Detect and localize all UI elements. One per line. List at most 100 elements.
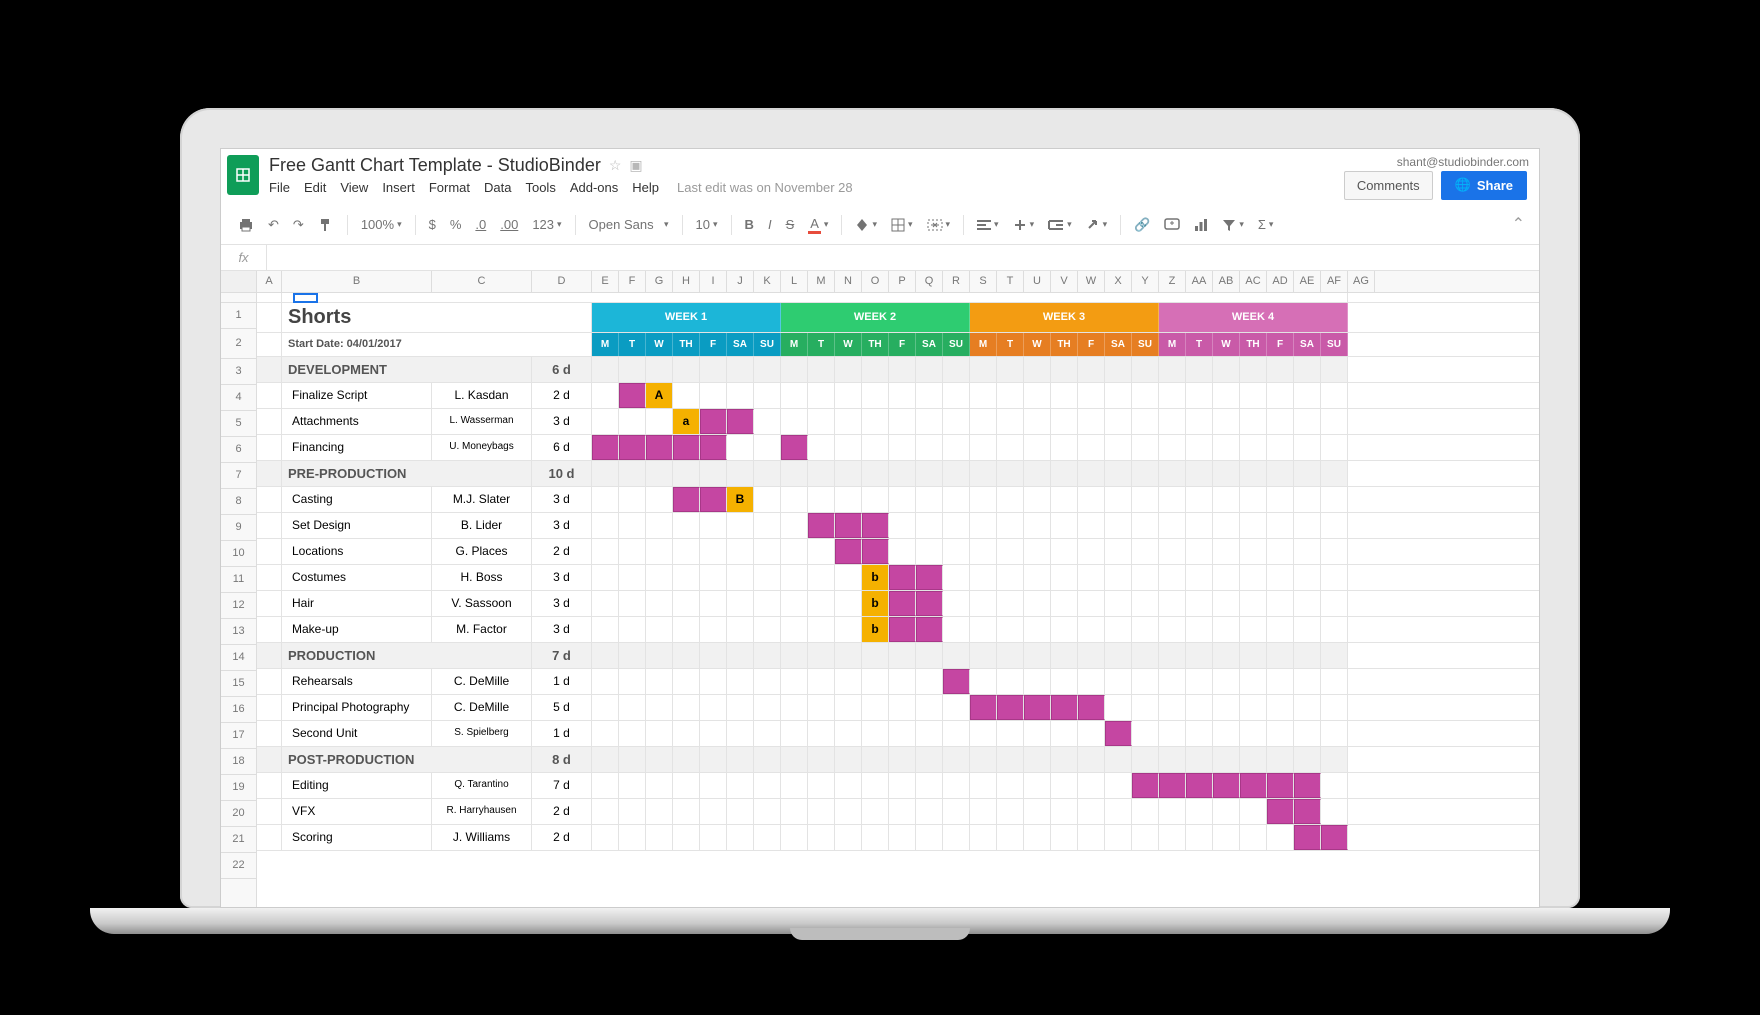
grid-cell[interactable] (282, 293, 1348, 302)
grid-cell[interactable] (1024, 539, 1051, 564)
grid-cell[interactable] (1132, 383, 1159, 408)
menu-tools[interactable]: Tools (525, 180, 555, 195)
move-folder-icon[interactable]: ▣ (629, 157, 642, 174)
grid-cell[interactable] (889, 643, 916, 668)
grid-cell[interactable] (1294, 591, 1321, 616)
grid-cell[interactable] (862, 513, 889, 538)
grid-cell[interactable] (943, 773, 970, 798)
doc-title[interactable]: Free Gantt Chart Template - StudioBinder (269, 155, 601, 176)
menu-add-ons[interactable]: Add-ons (570, 180, 618, 195)
grid-cell[interactable] (889, 799, 916, 824)
grid-cell[interactable] (1159, 539, 1186, 564)
grid-cell[interactable] (862, 799, 889, 824)
grid-cell[interactable] (1267, 357, 1294, 382)
grid-cell[interactable] (592, 643, 619, 668)
grid-cell[interactable] (1159, 617, 1186, 642)
grid-cell[interactable] (970, 721, 997, 746)
grid-cell[interactable] (1240, 643, 1267, 668)
grid-cell[interactable] (1051, 669, 1078, 694)
grid-cell[interactable] (1024, 721, 1051, 746)
grid-cell[interactable] (257, 825, 282, 850)
grid-cell[interactable]: V. Sassoon (432, 591, 532, 616)
grid-cell[interactable] (835, 435, 862, 460)
grid-cell[interactable] (1159, 721, 1186, 746)
grid-cell[interactable] (1105, 487, 1132, 512)
grid-cell[interactable] (1240, 721, 1267, 746)
grid-cell[interactable] (257, 799, 282, 824)
grid-cell[interactable] (592, 773, 619, 798)
grid-cell[interactable] (781, 747, 808, 772)
grid-cell[interactable] (619, 383, 646, 408)
grid-cell[interactable] (673, 643, 700, 668)
grid-cell[interactable] (646, 617, 673, 642)
day-header[interactable]: W (1024, 333, 1051, 356)
grid-cell[interactable] (257, 773, 282, 798)
grid-cell[interactable] (781, 357, 808, 382)
grid-cell[interactable] (1267, 799, 1294, 824)
grid-cell[interactable] (619, 591, 646, 616)
row-header[interactable]: 22 (221, 853, 256, 879)
grid-cell[interactable] (781, 669, 808, 694)
borders-button[interactable]: ▾ (886, 214, 918, 236)
grid-cell[interactable] (673, 513, 700, 538)
grid-cell[interactable] (889, 773, 916, 798)
grid-cell[interactable] (754, 747, 781, 772)
day-header[interactable]: F (889, 333, 916, 356)
wrap-button[interactable]: ▾ (1043, 215, 1077, 235)
grid-cell[interactable] (1105, 409, 1132, 434)
grid-cell[interactable] (997, 747, 1024, 772)
grid-cell[interactable] (673, 825, 700, 850)
grid-cell[interactable] (1051, 461, 1078, 486)
grid-cell[interactable] (1267, 487, 1294, 512)
grid-cell[interactable] (808, 695, 835, 720)
grid-cell[interactable] (754, 409, 781, 434)
grid-cell[interactable] (808, 539, 835, 564)
valign-button[interactable]: ▾ (1008, 215, 1040, 235)
grid-cell[interactable] (1159, 435, 1186, 460)
grid-cell[interactable] (835, 617, 862, 642)
column-header[interactable]: E (592, 271, 619, 292)
grid-cell[interactable] (700, 825, 727, 850)
grid-cell[interactable] (835, 773, 862, 798)
grid-cell[interactable] (1024, 487, 1051, 512)
grid-cell[interactable] (619, 773, 646, 798)
grid-cell[interactable] (808, 773, 835, 798)
grid-cell[interactable] (916, 643, 943, 668)
grid-cell[interactable] (1294, 357, 1321, 382)
grid-cell[interactable] (808, 669, 835, 694)
column-header[interactable]: V (1051, 271, 1078, 292)
grid-cell[interactable] (1321, 591, 1348, 616)
grid-cell[interactable] (1132, 773, 1159, 798)
grid-cell[interactable] (646, 721, 673, 746)
grid-cell[interactable] (1294, 799, 1321, 824)
grid-cell[interactable]: B. Lider (432, 513, 532, 538)
grid-cell[interactable] (1132, 357, 1159, 382)
grid-cell[interactable] (1294, 721, 1321, 746)
grid-cell[interactable] (1132, 565, 1159, 590)
grid-cell[interactable] (1240, 513, 1267, 538)
grid-cell[interactable] (257, 539, 282, 564)
grid-cell[interactable] (1132, 721, 1159, 746)
grid-cell[interactable] (1321, 669, 1348, 694)
column-header[interactable]: Z (1159, 271, 1186, 292)
grid-cell[interactable] (997, 409, 1024, 434)
grid-cell[interactable] (673, 799, 700, 824)
grid-cell[interactable] (781, 565, 808, 590)
grid-cell[interactable] (970, 461, 997, 486)
grid-cell[interactable] (1267, 461, 1294, 486)
grid-cell[interactable] (754, 565, 781, 590)
grid-cell[interactable] (619, 617, 646, 642)
grid-cell[interactable]: Principal Photography (282, 695, 432, 720)
grid-cell[interactable] (916, 721, 943, 746)
grid-cell[interactable] (646, 695, 673, 720)
grid-cell[interactable] (592, 799, 619, 824)
grid-cell[interactable] (1105, 721, 1132, 746)
grid-cell[interactable] (916, 357, 943, 382)
grid-cell[interactable] (754, 487, 781, 512)
grid-cell[interactable] (257, 487, 282, 512)
grid-cell[interactable]: Shorts (282, 303, 592, 332)
grid-cell[interactable] (700, 617, 727, 642)
grid-cell[interactable] (943, 825, 970, 850)
grid-cell[interactable] (1240, 357, 1267, 382)
grid-cell[interactable] (916, 461, 943, 486)
